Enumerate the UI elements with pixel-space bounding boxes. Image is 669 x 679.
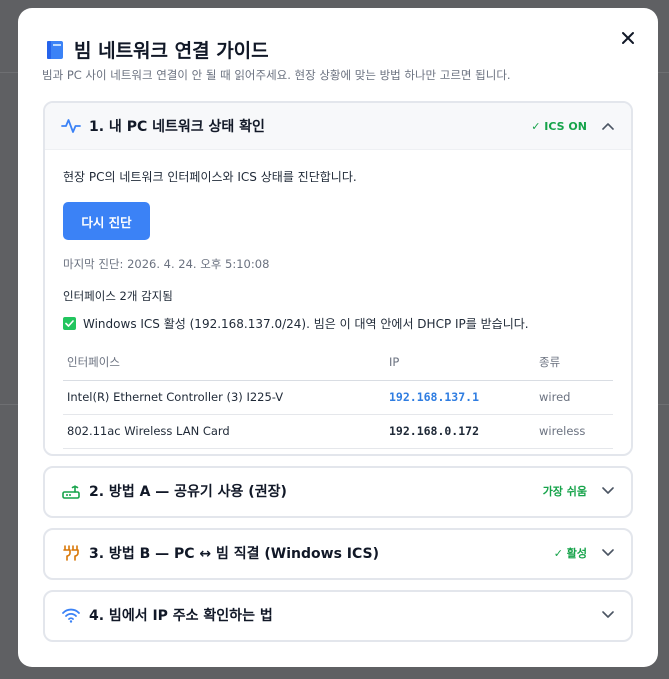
column-header-interface: 인터페이스 [63, 345, 385, 381]
diagnosis-description: 현장 PC의 네트워크 인터페이스와 ICS 상태를 진단합니다. [63, 170, 357, 184]
interface-ip: 192.168.0.172 [385, 414, 535, 449]
close-icon [622, 32, 634, 44]
section-method-b-header[interactable]: 3. 방법 B — PC ↔ 빔 직결 (Windows ICS) ✓ 활성 [45, 530, 631, 576]
book-icon [47, 40, 63, 59]
plug-icon [61, 543, 81, 563]
table-header-row: 인터페이스 IP 종류 [63, 345, 613, 381]
ics-status-text: Windows ICS 활성 (192.168.137.0/24). 빔은 이 … [83, 317, 529, 331]
section-method-a[interactable]: 2. 방법 A — 공유기 사용 (권장) 가장 쉬움 [43, 466, 633, 518]
section-check-ip[interactable]: 4. 빔에서 IP 주소 확인하는 법 [43, 590, 633, 642]
section-check-ip-header[interactable]: 4. 빔에서 IP 주소 확인하는 법 [45, 592, 631, 638]
network-guide-modal: 빔 네트워크 연결 가이드 빔과 PC 사이 네트워크 연결이 안 될 때 읽어… [18, 8, 658, 667]
modal-subtitle: 빔과 PC 사이 네트워크 연결이 안 될 때 읽어주세요. 현장 상황에 맞는… [42, 68, 511, 82]
interface-name: 802.11ac Wireless LAN Card [63, 414, 385, 449]
table-row: 802.11ac Wireless LAN Card 192.168.0.172… [63, 414, 613, 449]
section-title: 4. 빔에서 IP 주소 확인하는 법 [89, 608, 273, 624]
chevron-down-icon[interactable] [601, 546, 615, 560]
modal-title: 빔 네트워크 연결 가이드 [46, 36, 269, 63]
chevron-up-icon[interactable] [601, 119, 615, 133]
column-header-ip: IP [385, 345, 535, 381]
section-method-b[interactable]: 3. 방법 B — PC ↔ 빔 직결 (Windows ICS) ✓ 활성 [43, 528, 633, 580]
rediagnose-button[interactable]: 다시 진단 [63, 202, 150, 240]
chevron-down-icon[interactable] [601, 608, 615, 622]
interface-ip: 192.168.137.1 [385, 380, 535, 415]
interface-kind: wireless [535, 414, 613, 449]
interfaces-detected-text: 인터페이스 2개 감지됨 [63, 289, 173, 303]
interface-table: 인터페이스 IP 종류 Intel(R) Ethernet Controller… [63, 345, 613, 449]
table-row: Intel(R) Ethernet Controller (3) I225-V … [63, 380, 613, 415]
interface-name: Intel(R) Ethernet Controller (3) I225-V [63, 380, 385, 415]
easiest-badge: 가장 쉬움 [542, 485, 587, 498]
chevron-down-icon[interactable] [601, 484, 615, 498]
wifi-icon [61, 605, 81, 625]
router-icon [61, 481, 81, 501]
ics-on-badge: ✓ ICS ON [531, 119, 587, 133]
activity-icon [61, 116, 81, 136]
section-title: 3. 방법 B — PC ↔ 빔 직결 (Windows ICS) [89, 546, 379, 562]
section-pc-status: 1. 내 PC 네트워크 상태 확인 ✓ ICS ON 현장 PC의 네트워크 … [43, 101, 633, 456]
column-header-kind: 종류 [535, 345, 613, 381]
check-icon [63, 317, 76, 330]
interface-kind: wired [535, 380, 613, 415]
active-badge: ✓ 활성 [553, 547, 587, 560]
modal-title-text: 빔 네트워크 연결 가이드 [74, 40, 269, 62]
section-pc-status-body: 현장 PC의 네트워크 인터페이스와 ICS 상태를 진단합니다. 다시 진단 … [45, 149, 631, 449]
section-title: 1. 내 PC 네트워크 상태 확인 [89, 119, 265, 135]
section-title: 2. 방법 A — 공유기 사용 (권장) [89, 484, 287, 500]
last-diagnosis-time: 마지막 진단: 2026. 4. 24. 오후 5:10:08 [63, 257, 270, 271]
close-button[interactable] [616, 26, 640, 50]
section-method-a-header[interactable]: 2. 방법 A — 공유기 사용 (권장) 가장 쉬움 [45, 468, 631, 514]
ics-status-line: Windows ICS 활성 (192.168.137.0/24). 빔은 이 … [63, 315, 613, 332]
section-pc-status-header[interactable]: 1. 내 PC 네트워크 상태 확인 ✓ ICS ON [45, 103, 631, 149]
